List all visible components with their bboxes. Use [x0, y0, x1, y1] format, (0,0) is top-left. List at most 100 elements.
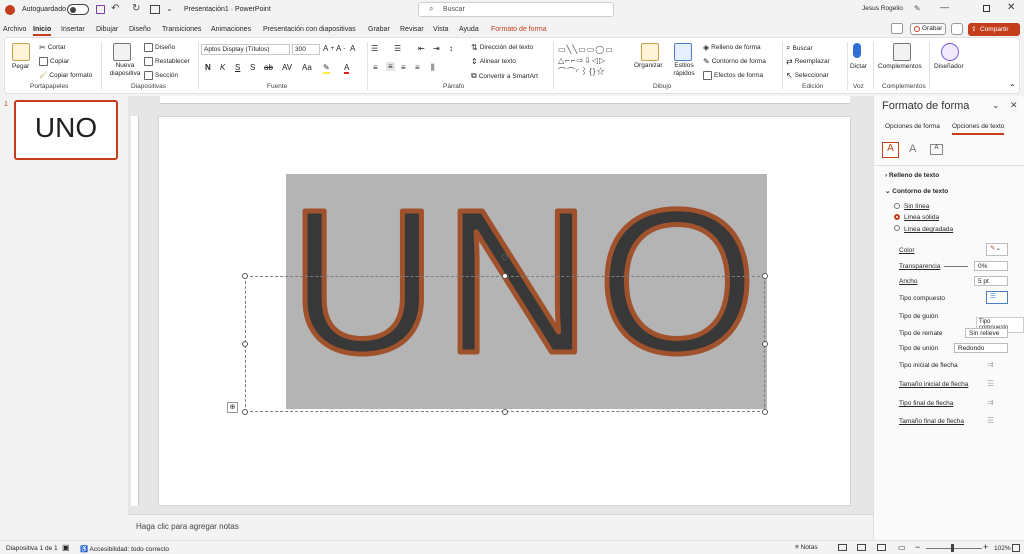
align-left-icon[interactable]: ≡	[373, 63, 378, 72]
numbering-icon[interactable]: ☰	[394, 44, 401, 53]
tab-diseno[interactable]: Diseño	[129, 26, 151, 33]
select-button[interactable]: ↖ Seleccionar	[786, 71, 829, 80]
quick-styles-button[interactable]: Estilos rápidos	[668, 62, 700, 78]
font-color-icon[interactable]: A	[344, 63, 350, 74]
text-outline-section[interactable]: ⌄ Contorno de texto	[885, 187, 948, 195]
notes-area[interactable]: Haga clic para agregar notas	[128, 514, 873, 540]
redo-icon[interactable]: ↻	[132, 3, 140, 14]
close-icon[interactable]: ✕	[1007, 2, 1015, 13]
change-case-icon[interactable]: Aa	[302, 63, 312, 72]
customize-toolbar-icon[interactable]: ⌄	[166, 4, 173, 13]
autosave-toggle[interactable]	[67, 4, 89, 15]
color-picker[interactable]: ✎⌄	[986, 243, 1008, 256]
tab-ayuda[interactable]: Ayuda	[459, 26, 479, 33]
tab-text-options[interactable]: Opciones de texto	[952, 123, 1005, 135]
resize-handle[interactable]	[242, 273, 248, 279]
tab-archivo[interactable]: Archivo	[3, 26, 26, 33]
text-fill-outline-icon[interactable]: A	[882, 142, 899, 158]
collapse-ribbon-icon[interactable]: ⌃	[1009, 83, 1016, 92]
arrow-size-icon[interactable]: ☰	[987, 379, 994, 388]
new-slide-icon[interactable]	[113, 43, 131, 61]
bold-icon[interactable]: N	[205, 63, 211, 72]
font-name-select[interactable]: Aptos Display (Títulos)	[201, 44, 290, 55]
no-line-radio[interactable]	[894, 203, 900, 209]
close-icon[interactable]: ✕	[1010, 100, 1018, 111]
highlight-icon[interactable]: ✎	[323, 63, 330, 74]
bullets-icon[interactable]: ☰	[371, 44, 378, 53]
gradient-line-radio[interactable]	[894, 225, 900, 231]
slide-sorter-icon[interactable]	[857, 544, 866, 551]
tab-revisar[interactable]: Revisar	[400, 26, 424, 33]
slide-canvas[interactable]: UNO ⟳ ⊕	[158, 116, 851, 506]
justify-icon[interactable]: ≡	[415, 63, 420, 72]
tab-formato-de-forma[interactable]: Formato de forma	[491, 26, 547, 33]
share-button[interactable]: ⇪ Compartir	[968, 23, 1020, 36]
width-input[interactable]: 5 pt	[974, 276, 1008, 286]
save-icon[interactable]	[96, 5, 105, 14]
cap-type-select[interactable]: Sin relieve	[965, 328, 1008, 338]
quick-styles-icon[interactable]	[674, 43, 692, 61]
cut-button[interactable]: ✂ Cortar	[39, 43, 66, 52]
designer-button[interactable]: Diseñador	[934, 63, 964, 70]
tab-inicio[interactable]: Inicio	[33, 26, 52, 36]
text-effects-icon[interactable]: A	[909, 143, 916, 155]
reading-view-icon[interactable]	[877, 544, 886, 551]
shape-fill-button[interactable]: ◈ Relleno de forma	[703, 43, 761, 52]
slideshow-icon[interactable]: ▭	[898, 543, 906, 552]
addins-icon[interactable]	[893, 43, 911, 61]
replace-button[interactable]: ⇄ Reemplazar	[786, 57, 830, 66]
columns-icon[interactable]: ⫼	[431, 63, 435, 73]
layout-options-icon[interactable]: ⊕	[227, 402, 238, 413]
char-spacing-icon[interactable]: AV	[282, 63, 292, 72]
slide-thumbnail[interactable]: UNO	[14, 100, 118, 160]
restore-icon[interactable]	[983, 5, 990, 12]
chevron-down-icon[interactable]: ⌄	[992, 100, 1000, 111]
arrange-icon[interactable]	[641, 43, 659, 61]
undo-icon[interactable]: ↶	[111, 3, 119, 14]
resize-handle[interactable]	[502, 273, 508, 279]
start-from-beginning-icon[interactable]	[150, 5, 160, 14]
zoom-in-icon[interactable]: +	[983, 542, 988, 552]
user-name[interactable]: Jesus Rogelio	[862, 5, 903, 12]
new-slide-button[interactable]: Nueva diapositiva	[108, 62, 142, 78]
resize-handle[interactable]	[242, 409, 248, 415]
notes-toggle[interactable]: ≡ Notas	[795, 544, 818, 551]
increase-indent-icon[interactable]: ⇥	[433, 44, 440, 53]
addins-button[interactable]: Complementos	[878, 63, 922, 70]
textbox-icon[interactable]: A	[930, 144, 943, 155]
search-box[interactable]: ⌕ Buscar	[418, 2, 614, 17]
transparency-input[interactable]: 0%	[974, 261, 1008, 271]
shapes-gallery[interactable]: ▭╲╲▭▭◯▭ △⌐⌐⇨⇩◁▷ ⌒⌒◜⌇{}☆	[558, 44, 630, 78]
tab-animaciones[interactable]: Animaciones	[211, 26, 251, 33]
align-center-icon[interactable]: ≡	[386, 62, 395, 71]
decrease-indent-icon[interactable]: ⇤	[418, 44, 425, 53]
text-direction-button[interactable]: ⇅ Dirección del texto	[471, 43, 533, 52]
paste-button[interactable]: Pegar	[12, 63, 29, 70]
tab-shape-options[interactable]: Opciones de forma	[885, 123, 940, 130]
line-spacing-icon[interactable]: ↕	[449, 44, 453, 53]
smartart-button[interactable]: ⧉ Convertir a SmartArt	[471, 71, 538, 81]
align-text-button[interactable]: ⇕ Alinear texto	[471, 57, 516, 66]
tab-dibujar[interactable]: Dibujar	[96, 26, 118, 33]
underline-icon[interactable]: S	[235, 63, 240, 72]
arrow-type-icon[interactable]: ⇉	[987, 398, 994, 407]
zoom-out-icon[interactable]: −	[915, 542, 920, 552]
tab-vista[interactable]: Vista	[433, 26, 448, 33]
transparency-slider[interactable]	[944, 266, 968, 267]
paste-icon[interactable]	[12, 43, 30, 61]
designer-icon[interactable]	[941, 43, 959, 61]
arrow-size-icon[interactable]: ☰	[987, 416, 994, 425]
pen-icon[interactable]: ✎	[914, 4, 921, 13]
font-size-select[interactable]: 300	[292, 44, 320, 55]
normal-view-icon[interactable]	[838, 544, 847, 551]
dictate-button[interactable]: Dictar	[850, 63, 867, 70]
accessibility-status[interactable]: ♿ Accesibilidad: todo correcto	[80, 545, 169, 553]
section-button[interactable]: Sección	[144, 71, 178, 80]
clear-format-icon[interactable]: A	[350, 44, 355, 53]
rotate-handle-icon[interactable]: ⟳	[501, 251, 510, 264]
tab-presentacion[interactable]: Presentación con diapositivas	[263, 26, 356, 33]
comment-icon[interactable]	[891, 23, 903, 34]
reset-button[interactable]: Restablecer	[144, 57, 190, 66]
zoom-level[interactable]: 102%	[994, 545, 1011, 552]
italic-icon[interactable]: K	[220, 63, 225, 72]
